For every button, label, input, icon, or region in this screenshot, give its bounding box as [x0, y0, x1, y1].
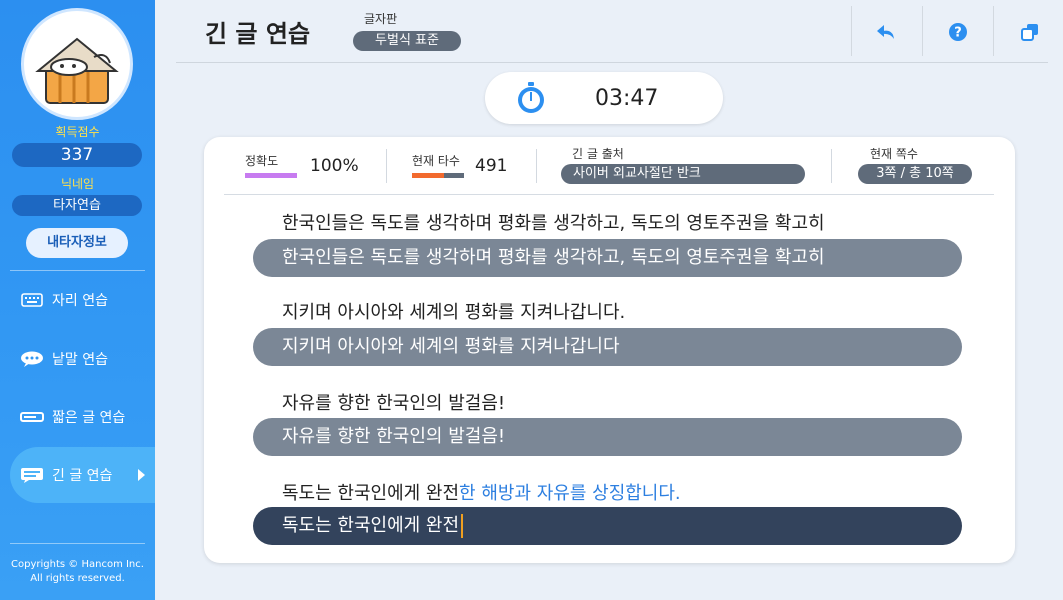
sidebar-divider — [10, 270, 145, 271]
keyboard-icon — [20, 292, 44, 308]
reference-line: 자유를 향한 한국인의 발걸음! — [282, 393, 506, 414]
page-label: 현재 쪽수 — [870, 147, 918, 161]
typing-input[interactable]: 독도는 한국인에게 완전 — [253, 507, 962, 545]
copyright-line: Copyrights © Hancom Inc. — [11, 559, 144, 570]
stopwatch-icon — [518, 82, 544, 113]
sidebar-item-position-practice[interactable]: 자리 연습 — [0, 272, 155, 328]
typed-line: 자유를 향한 한국인의 발걸음! — [253, 418, 962, 456]
help-button[interactable]: ? — [946, 20, 970, 44]
back-button[interactable] — [874, 20, 898, 44]
accuracy-label: 정확도 — [245, 154, 279, 168]
house-character-icon — [35, 37, 119, 104]
window-icon — [1021, 24, 1038, 41]
score-value: 337 — [12, 143, 142, 167]
header-divider — [851, 6, 852, 56]
speed-label: 현재 타수 — [412, 154, 460, 168]
stat-divider — [386, 149, 387, 183]
sidebar: 획득점수 337 닉네임 타자연습 내타자정보 자리 연습 낱말 연습 짧은 글… — [0, 0, 155, 600]
sidebar-item-short-text-practice[interactable]: 짧은 글 연습 — [0, 389, 155, 445]
keyboard-layout-value[interactable]: 두벌식 표준 — [353, 31, 461, 51]
speech-bubble-icon — [20, 351, 44, 367]
reference-line-current: 독도는 한국인에게 완전한 해방과 자유를 상징합니다. — [282, 479, 681, 505]
stats-divider-line — [224, 194, 994, 195]
stat-divider — [536, 149, 537, 183]
nickname-value: 타자연습 — [12, 195, 142, 216]
sidebar-item-word-practice[interactable]: 낱말 연습 — [0, 331, 155, 387]
reference-typed-portion: 독도는 한국인에게 완전 — [282, 483, 460, 504]
stat-divider — [831, 149, 832, 183]
page-value: 3쪽 / 총 10쪽 — [858, 164, 972, 184]
sidebar-item-label: 긴 글 연습 — [52, 468, 113, 484]
sidebar-item-label: 짧은 글 연습 — [52, 410, 126, 426]
header-divider — [922, 6, 923, 56]
keyboard-layout-label: 글자판 — [364, 12, 398, 26]
accuracy-bar — [245, 173, 297, 178]
avatar — [21, 8, 133, 120]
speed-bar-fill — [412, 173, 444, 178]
sidebar-divider — [10, 543, 145, 544]
timer: 03:47 — [485, 72, 723, 124]
accuracy-value: 100% — [310, 156, 359, 176]
sidebar-item-label: 낱말 연습 — [52, 352, 108, 368]
long-text-icon — [20, 467, 44, 483]
window-button[interactable] — [1018, 20, 1042, 44]
help-icon: ? — [949, 23, 967, 41]
reference-line: 한국인들은 독도를 생각하며 평화를 생각하고, 독도의 영토주권을 확고히 — [282, 213, 825, 234]
typing-input-text: 독도는 한국인에게 완전 — [282, 515, 460, 536]
back-icon — [877, 25, 894, 39]
typed-line: 한국인들은 독도를 생각하며 평화를 생각하고, 독도의 영토주권을 확고히 — [253, 239, 962, 277]
copyright: Copyrights © Hancom Inc. All rights rese… — [0, 558, 155, 586]
svg-text:?: ? — [954, 26, 962, 41]
header-divider-line — [176, 62, 1048, 63]
text-caret — [461, 514, 464, 538]
reference-line: 지키며 아시아와 세계의 평화를 지켜나갑니다. — [282, 302, 626, 323]
timer-value: 03:47 — [595, 86, 659, 111]
reference-remaining-portion: 한 해방과 자유를 상징합니다. — [459, 483, 681, 504]
source-label: 긴 글 출처 — [572, 147, 624, 161]
nickname-label: 닉네임 — [60, 177, 95, 191]
sidebar-item-long-text-practice[interactable]: 긴 글 연습 — [10, 447, 155, 503]
page-title: 긴 글 연습 — [205, 20, 311, 48]
short-text-icon — [20, 409, 44, 425]
typed-line: 지키며 아시아와 세계의 평화를 지켜나갑니다 — [253, 328, 962, 366]
my-info-button[interactable]: 내타자정보 — [26, 228, 128, 258]
speed-bar-track — [444, 173, 464, 178]
chevron-right-icon — [138, 469, 145, 481]
copyright-line: All rights reserved. — [30, 573, 125, 584]
source-value: 사이버 외교사절단 반크 — [561, 164, 805, 184]
header-divider — [993, 6, 994, 56]
score-label: 획득점수 — [55, 125, 100, 139]
sidebar-item-label: 자리 연습 — [52, 293, 108, 309]
speed-value: 491 — [475, 156, 508, 176]
